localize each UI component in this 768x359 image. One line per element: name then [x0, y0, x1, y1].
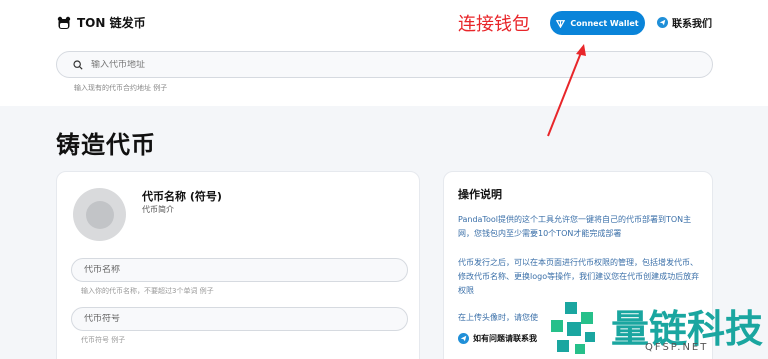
telegram-icon — [657, 17, 668, 28]
watermark-logo-icon — [551, 302, 595, 354]
app-logo[interactable]: TON 链发币 — [57, 14, 146, 31]
search-hint: 输入现有的代币合约地址 例子 — [74, 84, 168, 92]
contact-us-link[interactable]: 联系我们 — [657, 15, 712, 30]
instructions-title: 操作说明 — [458, 188, 502, 201]
annotation-arrow — [547, 44, 586, 137]
top-header: TON 链发币 Connect Wallet 联系我们 输入现有的代币合约地址 … — [0, 0, 768, 106]
instructions-contact-link[interactable]: 如有问题请联系我 — [458, 333, 537, 344]
annotation-label: 连接钱包 — [458, 14, 530, 35]
panda-logo-icon — [57, 16, 71, 29]
app-name: TON 链发币 — [77, 16, 146, 30]
watermark-url: QFSP.NET — [645, 342, 709, 353]
telegram-icon — [458, 333, 469, 344]
token-name-hint: 输入你的代币名称，不要超过3个单词 例子 — [81, 287, 214, 295]
page-title: 铸造代币 — [56, 131, 156, 159]
token-logo-upload[interactable] — [73, 188, 126, 241]
instructions-contact-label: 如有问题请联系我 — [473, 334, 537, 343]
token-name-field[interactable] — [71, 258, 408, 282]
token-name-preview: 代币名称 (符号) — [142, 190, 222, 203]
placeholder-logo-icon — [85, 200, 114, 229]
token-name-input[interactable] — [84, 265, 384, 275]
ton-diamond-icon — [556, 19, 566, 28]
instructions-paragraph: PandaTool提供的这个工具允许您一键将自己的代币部署到TON主网，您钱包内… — [458, 215, 692, 238]
search-icon — [73, 59, 83, 70]
token-description-preview: 代币简介 — [142, 205, 174, 214]
contact-us-label: 联系我们 — [672, 19, 712, 30]
watermark: 量链科技 QFSP.NET — [545, 298, 768, 359]
connect-wallet-label: Connect Wallet — [570, 18, 639, 28]
token-symbol-field[interactable] — [71, 307, 408, 331]
token-symbol-hint: 代币符号 例子 — [81, 336, 126, 344]
token-address-search[interactable] — [56, 51, 713, 78]
token-form-card: 代币名称 (符号) 代币简介 输入你的代币名称，不要超过3个单词 例子 代币符号… — [56, 171, 420, 359]
connect-wallet-button[interactable]: Connect Wallet — [550, 11, 645, 35]
token-symbol-input[interactable] — [84, 314, 384, 324]
instructions-paragraph: 代币发行之后，可以在本页面进行代币权限的管理，包括增发代币、修改代币名称、更换l… — [458, 258, 700, 295]
